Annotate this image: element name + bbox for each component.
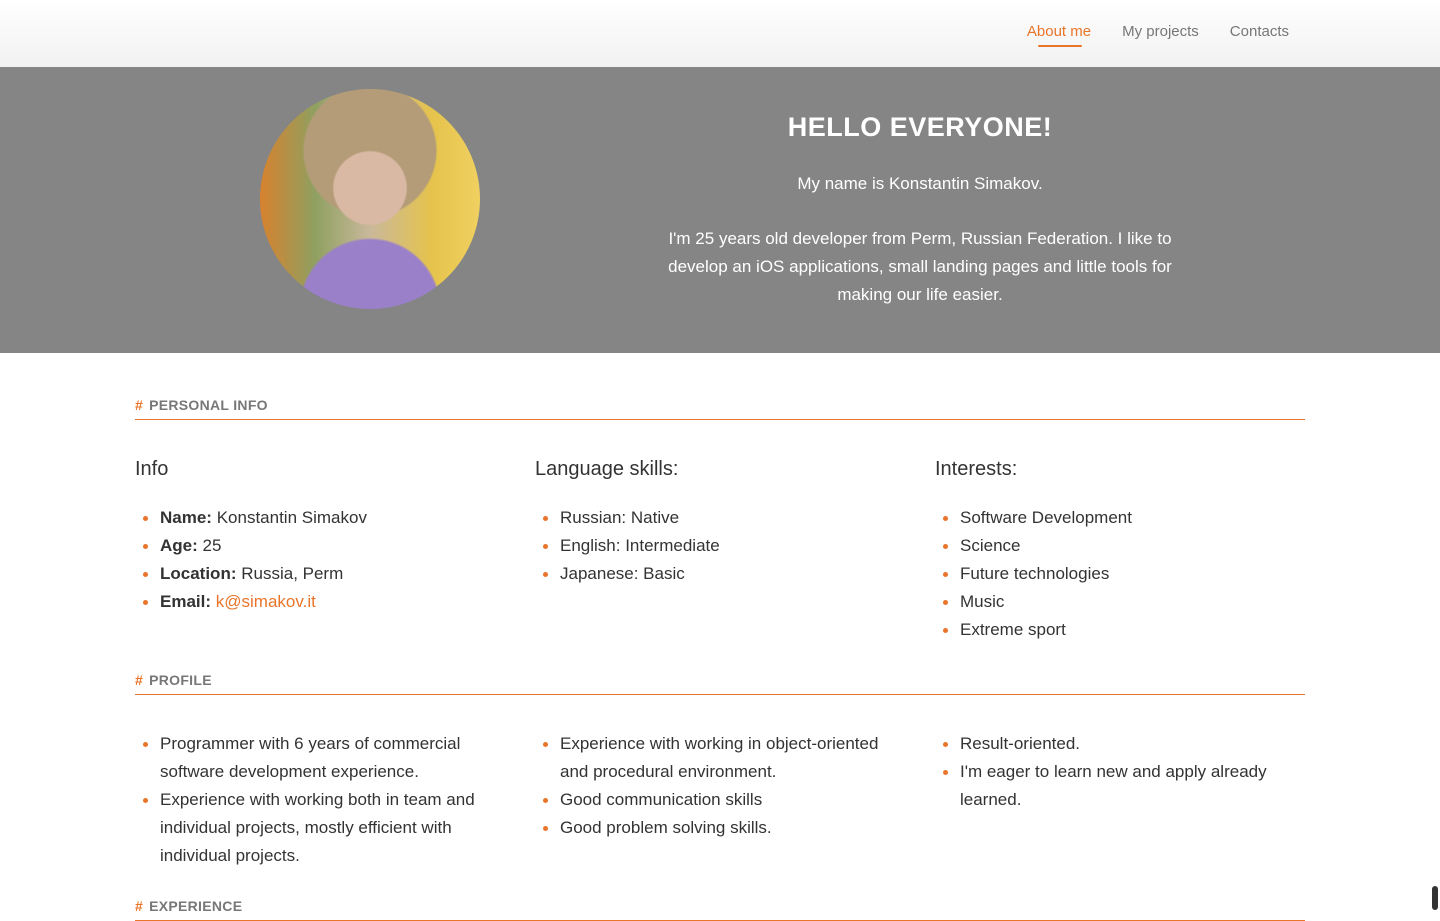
scrollbar-thumb[interactable] — [1432, 886, 1438, 910]
list-item: Location: Russia, Perm — [135, 560, 505, 588]
hero-intro: My name is Konstantin Simakov. — [797, 174, 1043, 193]
list-item: Japanese: Basic — [535, 560, 905, 588]
list-item: Programmer with 6 years of commercial so… — [135, 730, 505, 786]
interests-list: Software Development Science Future tech… — [935, 504, 1305, 644]
section-hash: # — [135, 672, 144, 688]
list-item: Extreme sport — [935, 616, 1305, 644]
profile-list: Programmer with 6 years of commercial so… — [135, 730, 505, 870]
name-value: Konstantin Simakov — [216, 508, 367, 527]
list-item: Age: 25 — [135, 532, 505, 560]
list-item: I'm eager to learn new and apply already… — [935, 758, 1305, 814]
list-item: Experience with working in object-orient… — [535, 730, 905, 786]
age-value: 25 — [202, 536, 222, 555]
avatar — [260, 89, 480, 309]
list-item: English: Intermediate — [535, 532, 905, 560]
interests-heading: Interests: — [935, 458, 1018, 480]
list-item: Experience with working both in team and… — [135, 786, 505, 870]
hero-description: I'm 25 years old developer from Perm, Ru… — [668, 229, 1172, 304]
info-column: Info Name: Konstantin Simakov Age: 25 Lo… — [135, 457, 505, 616]
nav-about-me[interactable]: About me — [1027, 22, 1091, 47]
profile-list: Experience with working in object-orient… — [535, 730, 905, 842]
top-navbar: About me My projects Contacts — [0, 0, 1440, 67]
list-item: Music — [935, 588, 1305, 616]
profile-list: Result-oriented. I'm eager to learn new … — [935, 730, 1305, 814]
interests-column: Interests: Software Development Science … — [935, 457, 1305, 644]
info-list: Name: Konstantin Simakov Age: 25 Locatio… — [135, 504, 505, 616]
list-item: Science — [935, 532, 1305, 560]
info-heading: Info — [135, 458, 169, 480]
main-nav: About me My projects Contacts — [1027, 22, 1289, 47]
languages-column: Language skills: Russian: Native English… — [535, 457, 905, 588]
nav-my-projects[interactable]: My projects — [1122, 22, 1199, 42]
profile-column-3: Result-oriented. I'm eager to learn new … — [935, 730, 1305, 814]
hero-banner: HELLO EVERYONE! My name is Konstantin Si… — [0, 67, 1440, 353]
profile-column-2: Experience with working in object-orient… — [535, 730, 905, 842]
list-item: Good problem solving skills. — [535, 814, 905, 842]
list-item: Email: k@simakov.it — [135, 588, 505, 616]
nav-contacts[interactable]: Contacts — [1230, 22, 1289, 42]
location-value: Russia, Perm — [241, 564, 344, 583]
section-title: PERSONAL INFO — [149, 397, 268, 413]
languages-list: Russian: Native English: Intermediate Ja… — [535, 504, 905, 588]
list-item: Name: Konstantin Simakov — [135, 504, 505, 532]
section-personal-info: # PERSONAL INFO — [135, 397, 1305, 420]
location-label: Location: — [160, 564, 237, 583]
hero-text: HELLO EVERYONE! My name is Konstantin Si… — [640, 110, 1200, 309]
profile-column-1: Programmer with 6 years of commercial so… — [135, 730, 505, 870]
section-hash: # — [135, 397, 144, 413]
section-hash: # — [135, 898, 144, 914]
list-item: Russian: Native — [535, 504, 905, 532]
list-item: Software Development — [935, 504, 1305, 532]
languages-heading: Language skills: — [535, 458, 679, 480]
list-item: Good communication skills — [535, 786, 905, 814]
section-profile: # PROFILE — [135, 672, 1305, 695]
age-label: Age: — [160, 536, 198, 555]
list-item: Future technologies — [935, 560, 1305, 588]
hero-title: HELLO EVERYONE! — [787, 112, 1053, 142]
name-label: Name: — [160, 508, 212, 527]
section-title: PROFILE — [149, 672, 212, 688]
section-title: EXPERIENCE — [149, 898, 243, 914]
email-label: Email: — [160, 592, 212, 611]
list-item: Result-oriented. — [935, 730, 1305, 758]
email-link[interactable]: k@simakov.it — [216, 592, 316, 611]
